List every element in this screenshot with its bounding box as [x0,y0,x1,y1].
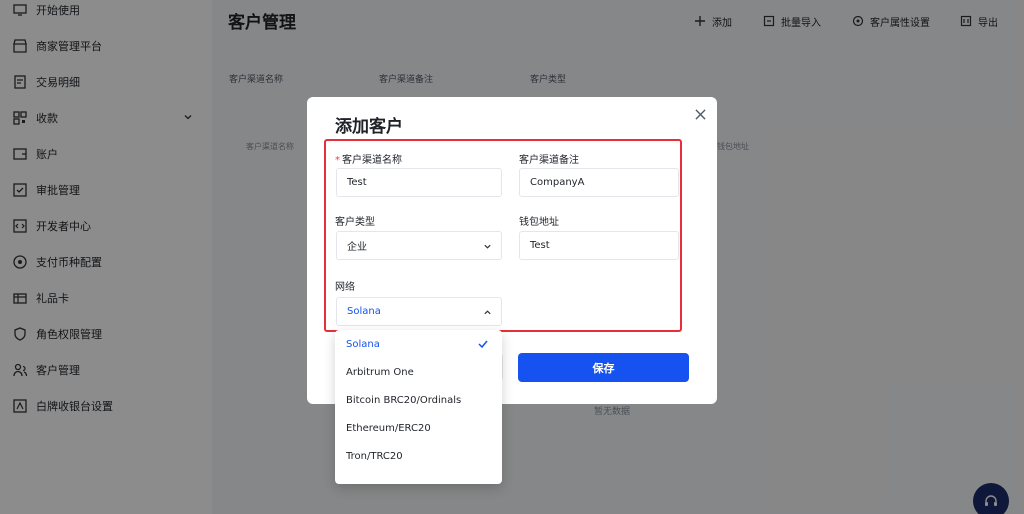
option-label: Ethereum/ERC20 [346,422,431,434]
option-label: Bitcoin BRC20/Ordinals [346,394,462,406]
required-mark: * [335,155,340,166]
network-value: Solana [347,306,381,317]
channel-name-label: * 客户渠道名称 [335,151,402,166]
option-label: Arbitrum One [346,366,414,378]
network-label: 网络 [335,282,355,293]
network-select[interactable]: Solana [336,297,502,326]
network-option-arbitrum[interactable]: Arbitrum One [335,358,502,386]
check-icon [478,340,488,349]
chevron-up-icon [484,310,491,315]
option-label: Solana [346,338,380,350]
channel-note-label: 客户渠道备注 [519,155,579,166]
customer-type-label: 客户类型 [335,217,375,228]
network-option-solana[interactable]: Solana [335,330,502,358]
modal-title: 添加客户 [335,117,403,137]
wallet-address-input[interactable]: Test [519,231,679,260]
customer-type-select[interactable]: 企业 [336,231,502,260]
close-icon[interactable] [693,107,707,121]
customer-type-value: 企业 [347,242,367,253]
channel-name-input[interactable]: Test [336,168,502,197]
network-option-ethereum[interactable]: Ethereum/ERC20 [335,414,502,442]
option-label: Tron/TRC20 [346,450,403,462]
network-option-bitcoin[interactable]: Bitcoin BRC20/Ordinals [335,386,502,414]
network-option-tron[interactable]: Tron/TRC20 [335,442,502,470]
channel-name-label-text: 客户渠道名称 [342,155,402,166]
channel-note-input[interactable]: CompanyA [519,168,679,197]
network-dropdown: Solana Arbitrum One Bitcoin BRC20/Ordina… [335,330,502,484]
save-button[interactable]: 保存 [518,353,689,382]
wallet-address-label: 钱包地址 [519,217,559,228]
chevron-down-icon [484,244,491,249]
